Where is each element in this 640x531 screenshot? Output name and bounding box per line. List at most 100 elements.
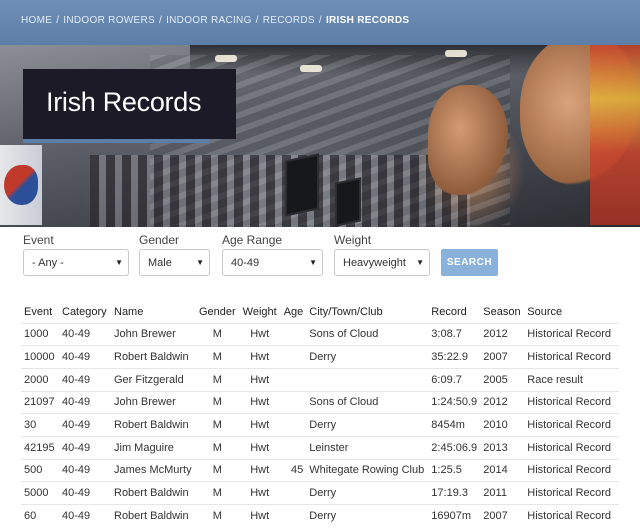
column-header-age: Age bbox=[283, 305, 304, 318]
cell-name: John Brewer bbox=[111, 322, 196, 346]
search-button[interactable]: SEARCH bbox=[441, 249, 498, 276]
cell-club: Leinster bbox=[306, 435, 429, 460]
column-header-season: Season bbox=[483, 305, 521, 318]
cell-weight: Hwt bbox=[238, 458, 281, 482]
caret-down-icon: ▼ bbox=[416, 258, 424, 267]
table-row: 1000 40-49 John Brewer M Hwt Sons of Cloud 3:0… bbox=[21, 322, 619, 346]
cell-record: 2:45:06.9 bbox=[428, 435, 481, 460]
cell-event: 21097 bbox=[21, 390, 59, 414]
cell-season: 2012 bbox=[480, 390, 525, 414]
banner-logo-image bbox=[4, 165, 38, 205]
cell-category: 40-49 bbox=[59, 458, 111, 482]
cell-record: 1:24:50.9 bbox=[428, 390, 481, 414]
cell-name: Jim Maguire bbox=[111, 435, 196, 460]
cell-age bbox=[280, 413, 307, 437]
cell-season: 2014 bbox=[480, 458, 525, 482]
cell-club: Derry bbox=[306, 504, 429, 528]
cell-event: 42195 bbox=[21, 435, 59, 460]
cell-season: 2007 bbox=[480, 345, 525, 369]
cell-gender: M bbox=[196, 367, 239, 392]
column-header-club: City/Town/Club bbox=[309, 305, 383, 318]
cell-weight: Hwt bbox=[238, 413, 281, 437]
cell-source: Historical Record bbox=[524, 390, 619, 414]
cell-source: Race result bbox=[524, 367, 619, 392]
cell-weight: Hwt bbox=[238, 390, 281, 414]
cell-weight: Hwt bbox=[238, 345, 281, 369]
table-row: 2000 40-49 Ger Fitzgerald M Hwt 6:09.7 2005 Rac… bbox=[21, 367, 619, 392]
page-title: Irish Records bbox=[46, 87, 202, 117]
weight-filter-label: Weight bbox=[334, 233, 372, 247]
cell-gender: M bbox=[196, 481, 239, 505]
cell-source: Historical Record bbox=[524, 413, 619, 437]
breadcrumb-current: Irish Records bbox=[325, 15, 410, 26]
cell-age bbox=[280, 481, 307, 505]
cell-club: Sons of Cloud bbox=[306, 322, 429, 346]
title-accent-bar bbox=[23, 139, 209, 143]
cell-source: Historical Record bbox=[524, 504, 619, 528]
caret-down-icon: ▼ bbox=[196, 258, 204, 267]
rower-athlete-image bbox=[428, 85, 508, 195]
cell-gender: M bbox=[196, 390, 239, 414]
records-table-body: 1000 40-49 John Brewer M Hwt Sons of Cloud 3:0… bbox=[21, 322, 619, 528]
athlete-jersey bbox=[590, 45, 640, 225]
cell-age bbox=[280, 390, 307, 414]
cell-record: 16907m bbox=[428, 504, 481, 528]
rower-monitor bbox=[335, 177, 361, 227]
cell-name: James McMurty bbox=[111, 458, 196, 482]
cell-weight: Hwt bbox=[238, 322, 281, 346]
breadcrumb-indoor-rowers[interactable]: Indoor Rowers bbox=[63, 15, 155, 26]
table-header-row: Event Category Name Gender Weight Age Ci… bbox=[21, 301, 619, 323]
table-row: 30 40-49 Robert Baldwin M Hwt Derry 8454m 2010 H… bbox=[21, 413, 619, 437]
cell-event: 60 bbox=[21, 504, 59, 528]
page-title-box: Irish Records bbox=[23, 69, 236, 139]
records-table: Event Category Name Gender Weight Age Ci… bbox=[21, 301, 619, 528]
table-row: 21097 40-49 John Brewer M Hwt Sons of Cloud 1:… bbox=[21, 390, 619, 414]
breadcrumb-home[interactable]: Home bbox=[21, 15, 52, 26]
table-row: 500 40-49 James McMurty M Hwt 45 Whitegate Row… bbox=[21, 458, 619, 482]
event-filter-label: Event bbox=[23, 233, 54, 247]
cell-gender: M bbox=[196, 435, 239, 460]
cell-club: Whitegate Rowing Club bbox=[306, 458, 429, 482]
column-header-source: Source bbox=[527, 305, 563, 318]
column-header-name: Name bbox=[114, 305, 144, 318]
gender-select-value: Male bbox=[148, 257, 172, 269]
cell-record: 6:09.7 bbox=[428, 367, 481, 392]
gender-filter-label: Gender bbox=[139, 233, 180, 247]
cell-age bbox=[280, 504, 307, 528]
cell-category: 40-49 bbox=[59, 504, 111, 528]
cell-age bbox=[280, 435, 307, 460]
column-header-record: Record bbox=[431, 305, 467, 318]
breadcrumb-records[interactable]: Records bbox=[263, 15, 315, 26]
arena-light bbox=[215, 55, 237, 62]
cell-event: 2000 bbox=[21, 367, 59, 392]
cell-club bbox=[306, 367, 429, 392]
age-range-select[interactable]: 40-49 ▼ bbox=[222, 249, 323, 276]
column-header-category: Category bbox=[62, 305, 107, 318]
cell-event: 10000 bbox=[21, 345, 59, 369]
cell-record: 17:19.3 bbox=[428, 481, 481, 505]
breadcrumb-indoor-racing[interactable]: Indoor Racing bbox=[166, 15, 252, 26]
event-select[interactable]: - Any - ▼ bbox=[23, 249, 129, 276]
cell-age bbox=[280, 345, 307, 369]
cell-club: Derry bbox=[306, 345, 429, 369]
cell-record: 8454m bbox=[428, 413, 481, 437]
cell-record: 3:08.7 bbox=[428, 322, 481, 346]
cell-weight: Hwt bbox=[238, 504, 281, 528]
cell-gender: M bbox=[196, 458, 239, 482]
cell-weight: Hwt bbox=[238, 367, 281, 392]
cell-gender: M bbox=[196, 413, 239, 437]
cell-record: 1:25.5 bbox=[428, 458, 481, 482]
table-row: 60 40-49 Robert Baldwin M Hwt Derry 16907m 2007… bbox=[21, 504, 619, 528]
crowd-image bbox=[90, 155, 470, 227]
arena-light bbox=[445, 50, 467, 57]
table-row: 42195 40-49 Jim Maguire M Hwt Leinster 2:45:06… bbox=[21, 435, 619, 460]
cell-category: 40-49 bbox=[59, 345, 111, 369]
breadcrumb: Home / Indoor Rowers / Indoor Racing / Records… bbox=[0, 0, 640, 45]
weight-select-value: Heavyweight bbox=[343, 257, 406, 269]
cell-category: 40-49 bbox=[59, 435, 111, 460]
cell-season: 2010 bbox=[480, 413, 525, 437]
gender-select[interactable]: Male ▼ bbox=[139, 249, 210, 276]
cell-age: 45 bbox=[280, 458, 307, 482]
weight-select[interactable]: Heavyweight ▼ bbox=[334, 249, 430, 276]
cell-season: 2012 bbox=[480, 322, 525, 346]
